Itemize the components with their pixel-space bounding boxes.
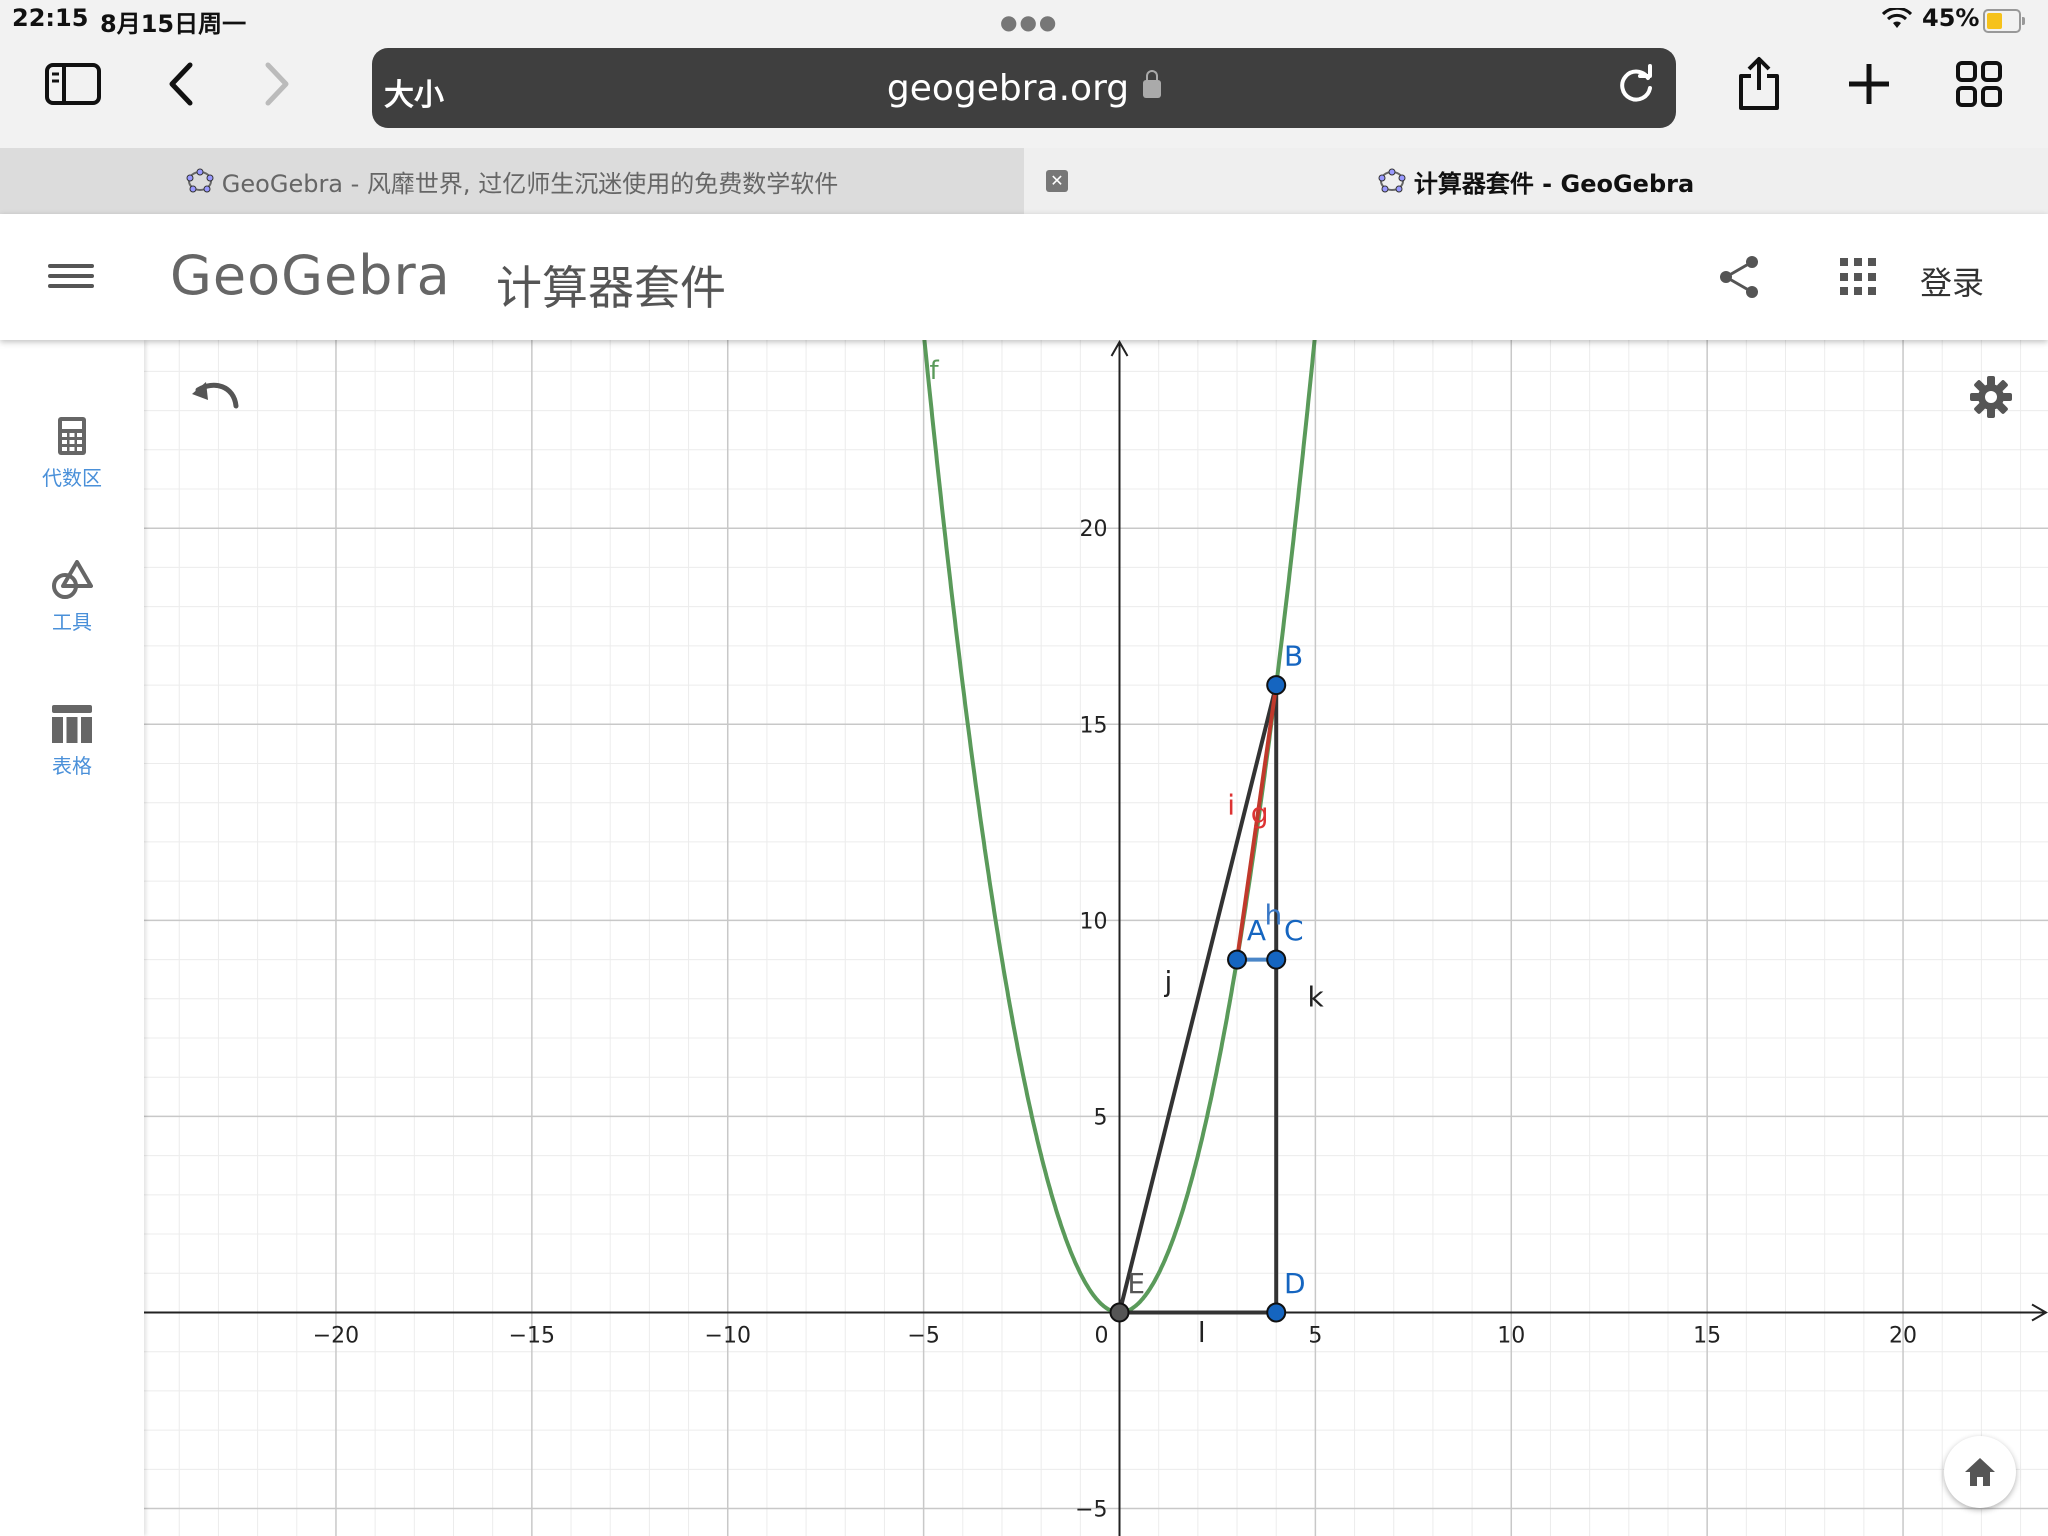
hamburger-menu-icon[interactable] (48, 258, 94, 292)
app-header: GeoGebra 计算器套件 登录 (0, 214, 2048, 340)
forward-button[interactable] (242, 54, 312, 114)
coordinate-plane[interactable]: −20 −15 −10 −5 0 5 10 15 20 20 15 10 5 −5 f i g h j k l A B C D E (144, 340, 2048, 1536)
x-tick-label: −10 (705, 1323, 751, 1348)
back-button[interactable] (146, 54, 216, 114)
sidebar-toggle-button[interactable] (38, 54, 108, 114)
lock-icon (1143, 70, 1162, 98)
point-label-D: D (1284, 1267, 1306, 1300)
battery-icon (1983, 9, 2025, 33)
geogebra-logo-icon (1378, 168, 1406, 193)
tabs-grid-icon (1956, 61, 2002, 107)
share-page-button[interactable] (1724, 54, 1794, 114)
table-icon (52, 705, 92, 743)
url-text: geogebra.org (886, 68, 1130, 109)
x-tick-label: 0 (1095, 1323, 1109, 1348)
tab-title: GeoGebra - 风靡世界, 过亿师生沉迷使用的免费数学软件 (221, 169, 839, 198)
battery-percent: 45% (1922, 4, 1980, 32)
tab-title: 计算器套件 - GeoGebra (1413, 169, 1695, 198)
y-tick-label: 5 (1094, 1105, 1108, 1130)
close-tab-icon[interactable]: ✕ (1046, 170, 1068, 192)
calculator-icon (58, 417, 86, 455)
sidebar-item-label: 工具 (52, 610, 92, 634)
multitasking-dots-icon[interactable]: ●●● (1000, 10, 1058, 34)
chevron-right-icon (265, 62, 289, 106)
plus-icon (1849, 64, 1889, 104)
tab-overview-button[interactable] (1944, 54, 2014, 114)
status-date: 8月15日周一 (100, 10, 247, 38)
undo-icon[interactable] (190, 380, 242, 416)
share-icon[interactable] (1716, 254, 1762, 300)
new-tab-button[interactable] (1834, 54, 1904, 114)
view-sidebar: 代数区 工具 表格 (0, 340, 144, 1536)
point-D (1266, 1302, 1287, 1323)
point-label-A: A (1247, 914, 1266, 947)
browser-toolbar: 大小 geogebra.org (0, 40, 2048, 148)
sidebar-item-table[interactable]: 表格 (0, 704, 144, 814)
status-time: 22:15 (12, 4, 89, 32)
segment-label-j: j (1164, 965, 1173, 998)
geogebra-logo[interactable]: GeoGebra (170, 244, 451, 307)
point-label-E: E (1127, 1267, 1145, 1300)
y-tick-label: −5 (1075, 1498, 1107, 1523)
x-tick-label: −20 (313, 1323, 359, 1348)
point-label-C: C (1284, 914, 1304, 947)
wifi-icon (1882, 8, 1912, 28)
point-A (1227, 949, 1248, 970)
address-bar[interactable]: 大小 geogebra.org (372, 48, 1676, 128)
sidebar-item-label: 代数区 (42, 466, 102, 490)
sidebar-item-algebra[interactable]: 代数区 (0, 416, 144, 526)
apps-grid-icon[interactable] (1840, 258, 1878, 296)
x-tick-label: 15 (1693, 1323, 1721, 1348)
tools-icon (52, 560, 93, 599)
status-bar: 22:15 8月15日周一 ●●● 45% (0, 0, 2048, 40)
x-tick-label: −15 (509, 1323, 555, 1348)
graphics-view[interactable]: −20 −15 −10 −5 0 5 10 15 20 20 15 10 5 −5 f i g h j k l A B C D E (144, 340, 2048, 1536)
sidebar-item-tools[interactable]: 工具 (0, 560, 144, 670)
reload-icon[interactable] (1614, 64, 1658, 108)
segment-label-g: g (1251, 796, 1269, 829)
sidebar-item-label: 表格 (52, 754, 92, 778)
segment-label-l: l (1198, 1316, 1206, 1349)
standard-view-button[interactable] (1944, 1436, 2016, 1508)
x-tick-label: 10 (1497, 1323, 1525, 1348)
x-tick-label: −5 (907, 1323, 939, 1348)
x-tick-label: 5 (1308, 1323, 1322, 1348)
curve-label-f: f (929, 356, 939, 386)
point-E (1109, 1302, 1130, 1323)
x-tick-label: 20 (1889, 1323, 1917, 1348)
login-button[interactable]: 登录 (1920, 258, 1984, 304)
sidebar-icon (45, 63, 101, 105)
point-C (1266, 949, 1287, 970)
segment-label-i: i (1227, 788, 1235, 821)
point-B (1266, 675, 1287, 696)
settings-gear-icon[interactable] (1968, 374, 2014, 420)
y-tick-label: 15 (1080, 713, 1108, 738)
segment-label-k: k (1308, 981, 1325, 1014)
tab-calculator-suite[interactable]: ✕ 计算器套件 - GeoGebra (1024, 148, 2048, 214)
chevron-left-icon (169, 62, 193, 106)
y-tick-label: 10 (1080, 909, 1108, 934)
y-tick-label: 20 (1080, 517, 1108, 542)
share-upload-icon (1739, 57, 1779, 110)
tabs-bar: GeoGebra - 风靡世界, 过亿师生沉迷使用的免费数学软件 ✕ 计算器套件… (0, 148, 2048, 215)
geogebra-logo-icon (186, 168, 214, 193)
segment-label-h: h (1264, 898, 1282, 931)
app-title: 计算器套件 (496, 261, 726, 315)
point-label-B: B (1284, 639, 1303, 672)
tab-geogebra-home[interactable]: GeoGebra - 风靡世界, 过亿师生沉迷使用的免费数学软件 (0, 148, 1024, 214)
home-icon (1965, 1458, 1995, 1486)
